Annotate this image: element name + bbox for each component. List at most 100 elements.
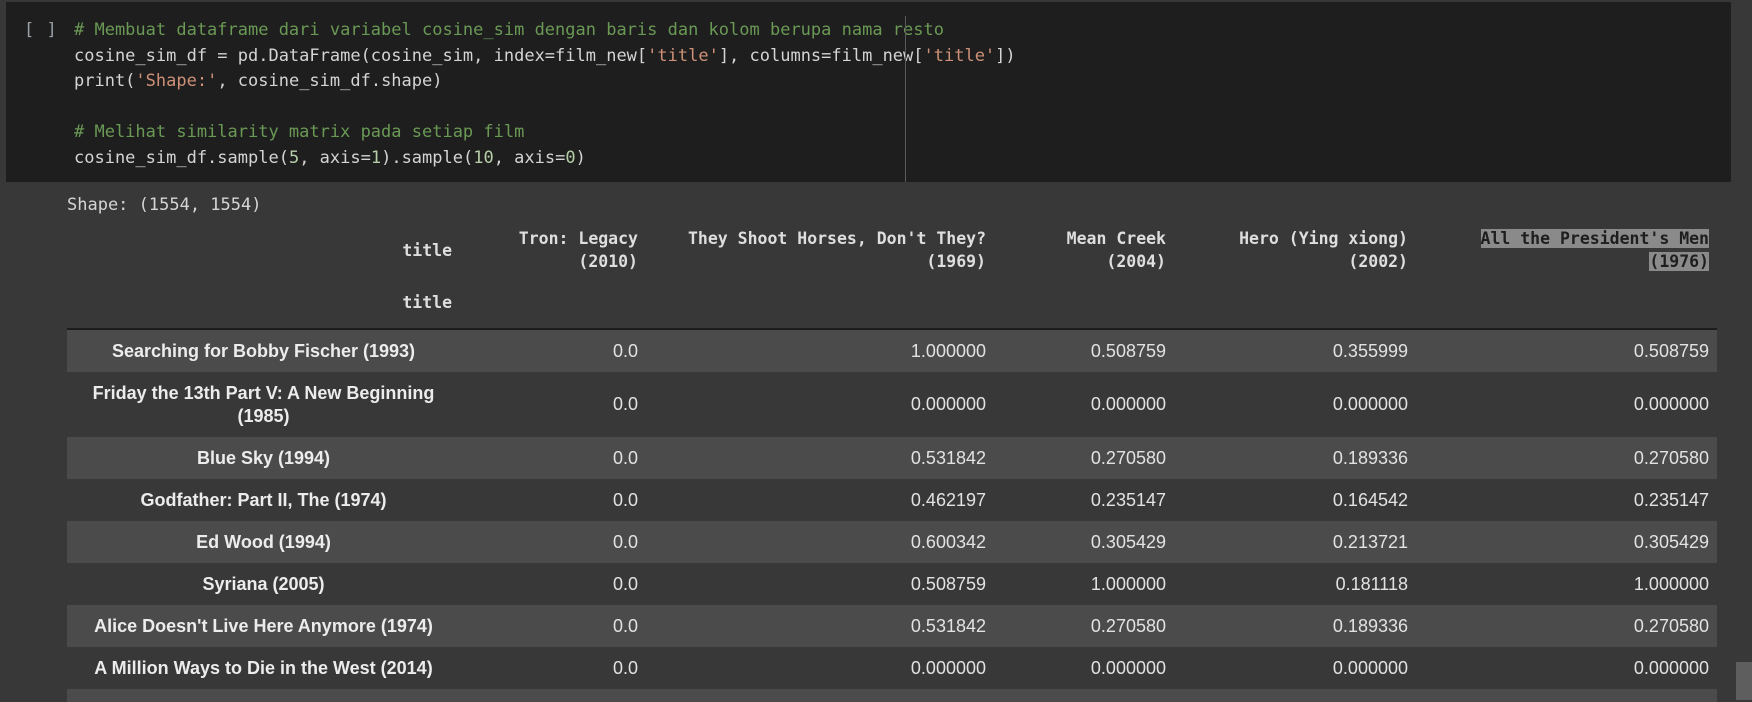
row-index-label: Searching for Bobby Fischer (1993) (111, 340, 416, 361)
column-header: Hero (Ying xiong) (2002) (1239, 229, 1408, 271)
table-cell: 0.508759 (910, 573, 986, 594)
run-cell-button[interactable]: [ ] (24, 20, 58, 40)
row-index-label: Godfather: Part II, The (1974) (140, 489, 387, 510)
table-cell: 0.0 (612, 573, 638, 594)
code-token: ], columns=film_new[ (718, 45, 924, 66)
code-token: 10 (473, 147, 494, 168)
table-cell: 0.270580 (1633, 447, 1709, 468)
row-index-label: Syriana (2005) (202, 573, 325, 594)
table-cell: 0.235147 (1633, 489, 1709, 510)
table-cell: 0.455580 (994, 689, 1174, 702)
code-token: ]) (995, 45, 1016, 66)
table-row: Friday the 13th Part V: A New Beginning … (67, 372, 1717, 437)
table-cell: 0.235147 (1090, 489, 1166, 510)
table-cell: 0.0 (612, 657, 638, 678)
table-cell: 0.0 (612, 489, 638, 510)
code-token: print( (74, 71, 136, 92)
table-cell: 0.600342 (910, 531, 986, 552)
code-token: # Membuat dataframe dari variabel cosine… (74, 20, 944, 40)
table-cell: 0.270580 (1090, 447, 1166, 468)
code-line: # Melihat similarity matrix pada setiap … (74, 120, 1016, 146)
code-cell[interactable]: [ ] # Membuat dataframe dari variabel co… (6, 2, 1731, 184)
table-row: A Million Ways to Die in the West (2014)… (67, 647, 1717, 689)
table-row: Dead Again (1991)0.00.0000000.4555800.00… (67, 689, 1717, 702)
table-cell: 0.000000 (910, 657, 986, 678)
table-cell: 0.000000 (1174, 689, 1416, 702)
table-cell: 0.164542 (1332, 489, 1408, 510)
code-token: , axis= (493, 147, 566, 168)
code-token: , axis= (299, 147, 371, 168)
code-line: cosine_sim_df = pd.DataFrame(cosine_sim,… (74, 44, 1016, 70)
row-index-label: Friday the 13th Part V: A New Beginning … (92, 382, 435, 426)
code-editor[interactable]: # Membuat dataframe dari variabel cosine… (74, 18, 1016, 172)
code-token: 'title' (647, 45, 719, 66)
column-header-selected: All the President's Men (1976) (1480, 229, 1709, 271)
table-cell: 0.355999 (1332, 340, 1408, 361)
index-name-label: title (402, 292, 452, 312)
cell-output: Shape: (1554, 1554) title Tron: Legacy (2… (0, 182, 1752, 702)
row-index-label: Alice Doesn't Live Here Anymore (1974) (94, 615, 433, 636)
code-token: ).sample( (381, 147, 474, 168)
table-cell: 1.000000 (1090, 573, 1166, 594)
table-cell: 1.000000 (1633, 573, 1709, 594)
code-line: # Membuat dataframe dari variabel cosine… (74, 18, 1016, 44)
table-cell: 1.000000 (910, 340, 986, 361)
table-cell: 0.531842 (910, 615, 986, 636)
dataframe-table: title Tron: Legacy (2010) They Shoot Hors… (67, 224, 1717, 702)
table-cell: 0.000000 (1090, 394, 1166, 414)
code-token: cosine_sim_df = pd.DataFrame(cosine_sim,… (74, 45, 648, 66)
code-token: , cosine_sim_df.shape) (217, 71, 443, 92)
table-cell: 0.189336 (1332, 615, 1408, 636)
table-cell: 0.181118 (1335, 573, 1408, 594)
table-cell: 0.000000 (1090, 657, 1166, 678)
table-cell: 0.531842 (910, 447, 986, 468)
text-cursor (905, 16, 906, 184)
column-header: Mean Creek (2004) (1066, 229, 1166, 271)
table-cell: 0.000000 (910, 394, 986, 414)
code-token: cosine_sim_df.sample( (74, 147, 289, 168)
table-cell: 0.0 (612, 615, 638, 636)
table-cell: 0.270580 (1090, 615, 1166, 636)
code-token: 'title' (923, 45, 996, 66)
code-token: 0 (565, 147, 576, 168)
table-cell: 0.000000 (1633, 657, 1709, 678)
code-line: print('Shape:', cosine_sim_df.shape) (74, 69, 1016, 95)
table-row: Godfather: Part II, The (1974) 0.0 0.46219… (67, 479, 1717, 521)
table-row: Syriana (2005) 0.0 0.508759 1.000000 0.18111… (67, 563, 1717, 605)
table-cell: 0.0 (612, 340, 638, 361)
index-header-row: title (67, 276, 1717, 329)
table-cell: 0.0 (612, 447, 638, 468)
table-cell: 0.000000 (1332, 657, 1408, 678)
row-index-label: Dead Again (1991) (67, 689, 460, 702)
table-cell: 0.189336 (1332, 447, 1408, 468)
table-row: Searching for Bobby Fischer (1993) 0.0 1.0… (67, 329, 1717, 372)
row-index-label: Blue Sky (1994) (196, 447, 331, 468)
table-row: Blue Sky (1994) 0.0 0.531842 0.270580 0.1893… (67, 437, 1717, 479)
table-cell: 0.000000 (1633, 394, 1709, 414)
code-token: # Melihat similarity matrix pada setiap … (74, 122, 525, 143)
table-cell: 0.0 (612, 394, 638, 414)
column-header: Tron: Legacy (2010) (518, 229, 638, 271)
table-cell: 0.213721 (1332, 531, 1408, 552)
columns-name-label: title (402, 240, 452, 260)
table-cell: 0.000000 (1332, 394, 1408, 414)
table-cell: 0.508759 (1633, 340, 1709, 361)
table-cell: 0.0 (612, 531, 638, 552)
table-cell: 0.000000 (646, 689, 994, 702)
table-row: Alice Doesn't Live Here Anymore (1974) 0.… (67, 605, 1717, 647)
table-row: Ed Wood (1994) 0.0 0.600342 0.305429 0.21372… (67, 521, 1717, 563)
column-header-row: title Tron: Legacy (2010) They Shoot Hors… (67, 224, 1717, 276)
scrollbar-thumb[interactable] (1736, 662, 1752, 700)
table-cell: 0.455580 (1416, 689, 1717, 702)
table-cell: 0.270580 (1633, 615, 1709, 636)
table-cell: 0.508759 (1090, 340, 1166, 361)
table-cell: 0.0 (460, 689, 646, 702)
code-line: cosine_sim_df.sample(5, axis=1).sample(1… (74, 146, 1016, 172)
table-cell: 0.462197 (910, 489, 986, 510)
row-index-label: Ed Wood (1994) (196, 531, 331, 552)
column-header: They Shoot Horses, Don't They? (1969) (687, 229, 986, 271)
code-token: ) (575, 147, 586, 168)
shape-output: Shape: (1554, 1554) (67, 195, 262, 215)
table-cell: 0.305429 (1633, 531, 1709, 552)
